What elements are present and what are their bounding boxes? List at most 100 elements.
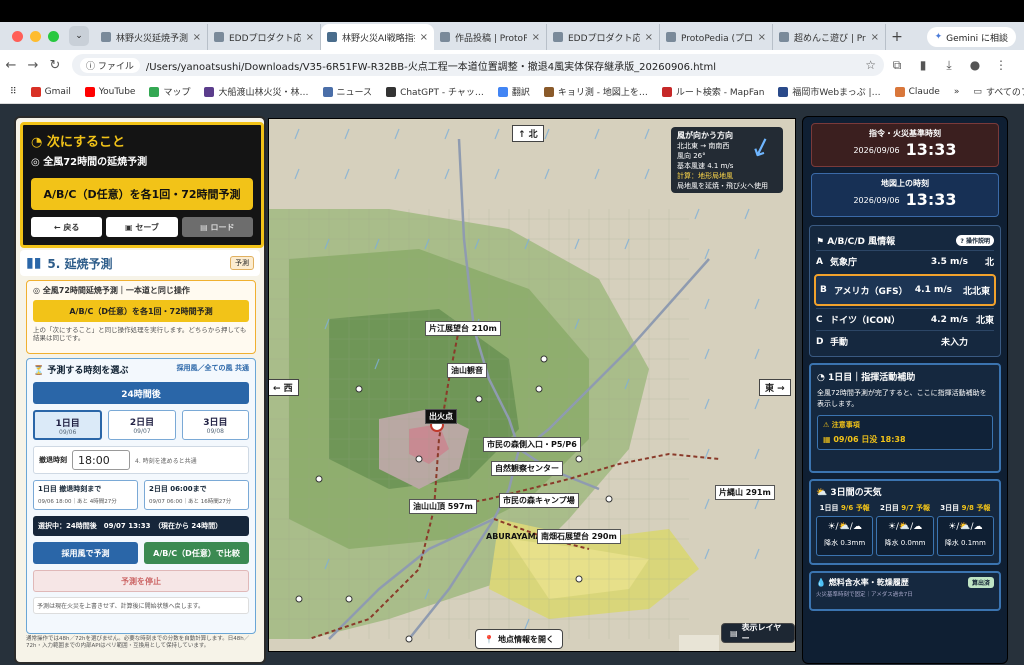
compare-winds-button[interactable]: A/B/C（D任意）で比較 <box>144 542 249 564</box>
tab-close-icon[interactable]: × <box>193 32 201 43</box>
map-label-summit[interactable]: 油山山頂 597m <box>409 499 477 514</box>
wind-row-b[interactable]: B アメリカ（GFS） 4.1 m/s 北北東 <box>814 274 996 306</box>
predict-adopted-wind-button[interactable]: 採用風で予測 <box>33 542 138 564</box>
new-tab-button[interactable]: + <box>886 24 908 50</box>
browser-tab[interactable]: EDDプロダクト応募 × <box>547 24 660 50</box>
bookmark-apps-icon[interactable]: ⠿ <box>10 87 17 97</box>
map-label-katabuta[interactable]: 片縄山 291m <box>715 485 775 500</box>
layer-button[interactable]: ▤ 表示レイヤー <box>721 623 795 643</box>
map-label-nature-center[interactable]: 自然観察センター <box>491 461 563 476</box>
wind-row-d[interactable]: D 手動 未入力 <box>816 330 994 352</box>
day-3-button[interactable]: 3日目 09/08 <box>181 410 249 440</box>
tab-list-chevron-icon[interactable]: ⌄ <box>69 26 89 46</box>
wind-help-button[interactable]: ? 操作説明 <box>956 234 994 246</box>
forward-arrow-icon[interactable]: → <box>22 58 44 73</box>
save-button[interactable]: ▣ セーブ <box>106 217 178 237</box>
load-button[interactable]: ▤ ロード <box>181 217 253 237</box>
sidebar-icon[interactable]: ▮ <box>910 58 936 72</box>
map-label-lookout[interactable]: 片江展望台 210m <box>425 321 501 336</box>
browser-tab[interactable]: 作品投稿 | ProtoPe × <box>434 24 547 50</box>
fire-map[interactable]: ↑ 北 ← 西 東 → 片江展望台 210m 油山観音 出火点 市民の森側入口・… <box>268 118 796 652</box>
tab-close-icon[interactable]: × <box>420 32 428 43</box>
tab-favicon-icon <box>101 32 111 42</box>
wind-row-a[interactable]: A 気象庁 3.5 m/s 北 <box>816 250 994 272</box>
tab-favicon-icon <box>440 32 450 42</box>
map-label-fire-origin[interactable]: 出火点 <box>425 409 457 424</box>
day-1-button[interactable]: 1日目 09/06 <box>33 410 103 440</box>
wind-row-c[interactable]: C ドイツ（ICON） 4.2 m/s 北東 <box>816 308 994 330</box>
browser-tab[interactable]: ProtoPedia (プロ × <box>660 24 773 50</box>
bookmark-item[interactable]: ニュース <box>322 85 372 98</box>
reload-icon[interactable]: ↻ <box>44 58 66 73</box>
bookmark-item[interactable]: ルート検索 - MapFan <box>661 85 765 98</box>
wind-source: 気象庁 <box>830 258 858 268</box>
next-subtitle: ◎ 全風72時間の延焼予測 <box>31 157 148 168</box>
tab-close-icon[interactable]: × <box>306 32 314 43</box>
section-header: ▮▮ 5. 延焼予測 予測 <box>20 250 260 276</box>
open-point-info-button[interactable]: 📍 地点情報を開く <box>475 629 563 649</box>
url-field[interactable]: ⓘ ファイル /Users/yanoatsushi/Downloads/V35-… <box>72 54 884 76</box>
wind-dir: 北北東 <box>962 286 990 297</box>
tab-close-icon[interactable]: × <box>871 32 879 43</box>
map-label-minamikata[interactable]: 南畑石展望台 290m <box>537 529 621 544</box>
bookmark-item[interactable]: マップ <box>149 85 190 98</box>
map-label-camp[interactable]: 市民の森キャンプ場 <box>499 493 579 508</box>
url-scheme-badge[interactable]: ⓘ ファイル <box>80 57 140 73</box>
bookmark-item[interactable]: YouTube <box>84 86 135 97</box>
fuel-title: 💧 燃料含水率・乾燥履歴 <box>816 578 909 587</box>
map-label-temple[interactable]: 油山観音 <box>447 363 487 378</box>
until-day2-0600-button[interactable]: 2日目 06:00まで 09/07 06:00｜あと 16時間27分 <box>144 480 249 510</box>
bookmark-star-icon[interactable]: ☆ <box>865 58 876 72</box>
section-title: 5. 延焼予測 <box>47 256 113 271</box>
wind-letter: B <box>820 285 827 295</box>
translate-icon <box>497 86 508 97</box>
chatgpt-icon <box>386 86 397 97</box>
tab-close-icon[interactable]: × <box>758 32 766 43</box>
download-icon[interactable]: ⤓ <box>936 58 962 73</box>
wind-direction-box: 風が向かう方向 北北東 → 南南西 風向 26° 基本風速 4.1 m/s 計算… <box>671 127 783 193</box>
back-arrow-icon[interactable]: ← <box>0 58 22 73</box>
until-day1-evac-button[interactable]: 1日目 撤退時刻まで 09/06 18:00｜あと 4時間27分 <box>33 480 138 510</box>
next-run-prediction-button[interactable]: A/B/C（D任意）を各1回・72時間予測 <box>31 178 253 210</box>
browser-tab[interactable]: EDDプロダクト応募 × <box>208 24 321 50</box>
tab-close-icon[interactable]: × <box>645 32 653 43</box>
profile-avatar[interactable]: ● <box>962 58 988 72</box>
stop-prediction-button[interactable]: 予測を停止 <box>33 570 249 592</box>
tab-favicon-icon <box>779 32 789 42</box>
predict-24h-button[interactable]: 24時間後 <box>33 382 249 404</box>
menu-kebab-icon[interactable]: ⋮ <box>988 58 1014 72</box>
bookmark-more-icon[interactable]: » <box>954 87 960 97</box>
bookmark-item[interactable]: ChatGPT - チャッ… <box>386 85 484 98</box>
evac-time-input[interactable]: 18:00 <box>72 450 130 470</box>
bookmark-item[interactable]: 大船渡山林火災・林… <box>204 85 309 98</box>
run-72h-prediction-button[interactable]: A/B/C（D任意）を各1回・72時間予測 <box>33 300 249 322</box>
west-indicator: ← 西 <box>269 379 299 396</box>
bookmark-item[interactable]: Gmail <box>30 86 71 97</box>
browser-tab-active[interactable]: 林野火災AI戦略指揮 × <box>321 24 434 50</box>
command-date: 2026/09/06 <box>853 146 900 155</box>
bookmark-item[interactable]: キョリ測 - 地図上を… <box>543 85 648 98</box>
wind-source: 手動 <box>830 338 849 348</box>
layer-button-label: 表示レイヤー <box>741 623 782 643</box>
browser-tab[interactable]: 超めんこ遊び | Pro × <box>773 24 886 50</box>
pin-icon: 📍 <box>484 634 494 644</box>
load-icon: ▤ <box>200 222 211 232</box>
gemini-button[interactable]: ✦ Gemini に相談 <box>926 27 1016 47</box>
url-text: /Users/yanoatsushi/Downloads/V35-6R51FW-… <box>145 61 716 73</box>
day-2-button[interactable]: 2日目 09/07 <box>108 410 176 440</box>
bookmark-item[interactable]: 福岡市Webまっぷ |… <box>778 85 881 98</box>
map-label-forest-entry[interactable]: 市民の森側入口・P5/P6 <box>483 437 581 452</box>
minimize-window-icon[interactable] <box>30 31 41 42</box>
browser-tab[interactable]: 林野火災延焼予測 × <box>95 24 208 50</box>
bookmark-item[interactable]: 翻訳 <box>497 85 530 98</box>
close-window-icon[interactable] <box>12 31 23 42</box>
all-bookmarks[interactable]: ▭すべてのブックマーク <box>973 85 1024 99</box>
back-button[interactable]: ← 戻る <box>31 217 103 237</box>
maximize-window-icon[interactable] <box>48 31 59 42</box>
extensions-icon[interactable]: ⧉ <box>884 58 910 73</box>
bookmark-item[interactable]: Claude <box>894 86 940 97</box>
prediction-note: 予測は現在火災を上書きせず、計算後に開始状態へ戻します。 <box>33 597 249 614</box>
tab-close-icon[interactable]: × <box>532 32 540 43</box>
bookmark-label: ルート検索 - MapFan <box>675 88 765 98</box>
address-bar-row: ← → ↻ ⓘ ファイル /Users/yanoatsushi/Download… <box>0 50 1024 80</box>
